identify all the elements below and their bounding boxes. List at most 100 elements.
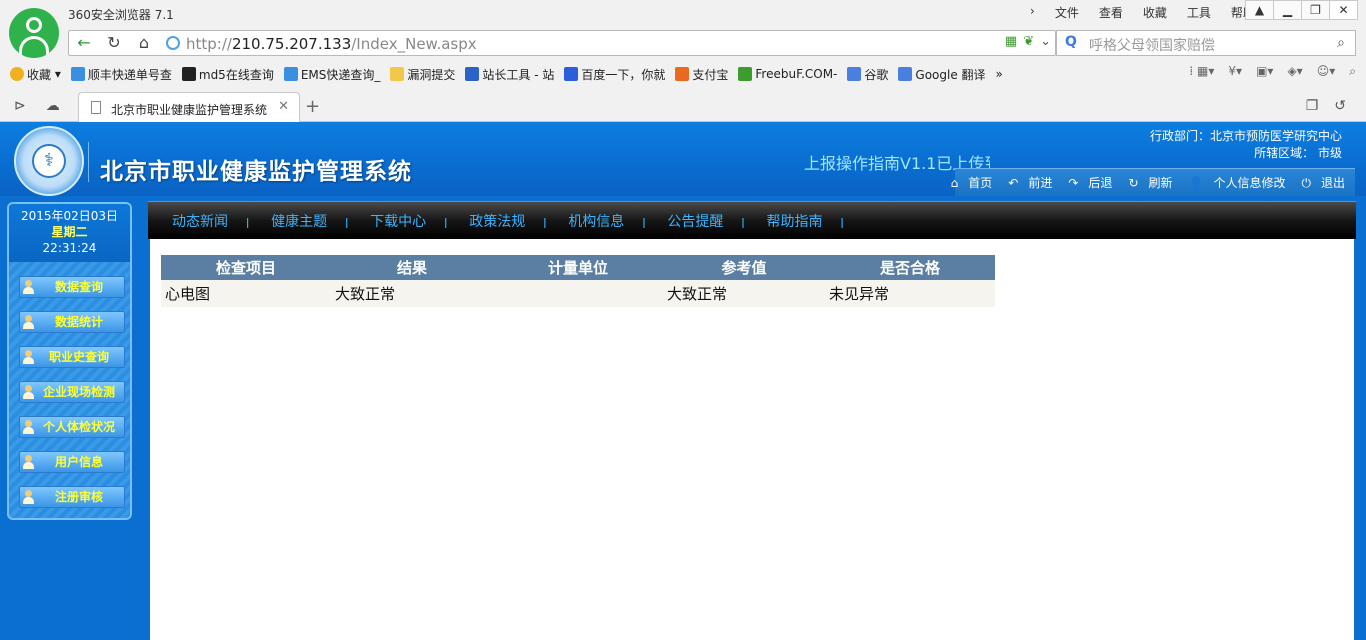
search-input[interactable]: 呼格父母领国家赔偿 <box>1089 35 1215 55</box>
grid-apps-icon[interactable]: ⁞ ▦▾ <box>1189 64 1214 79</box>
search-engine-icon[interactable]: Q <box>1065 34 1077 50</box>
bookmark-item[interactable]: 支付宝 <box>675 64 728 84</box>
document-icon <box>91 101 101 114</box>
pdf-icon[interactable]: ▣▾ <box>1256 64 1273 79</box>
sidebar-item-registration-review[interactable]: 注册审核 <box>19 486 125 508</box>
leaf-icon[interactable]: ❦ <box>1023 34 1034 49</box>
nav-announcements[interactable]: 公告提醒 <box>667 211 723 231</box>
nav-separator: ǀ <box>246 216 250 229</box>
refresh-link[interactable]: ↻ 刷新 <box>1120 174 1172 191</box>
bookmark-item[interactable]: EMS快递查询_ <box>283 64 380 84</box>
bookmark-favicon <box>181 67 196 81</box>
logout-link[interactable]: ⏻ 退出 <box>1293 174 1345 191</box>
more-bookmarks-icon[interactable]: » <box>996 64 1003 84</box>
bookmark-item[interactable]: md5在线查询 <box>181 64 274 84</box>
menu-file[interactable]: 文件 <box>1045 4 1089 21</box>
extension-toolbar: ⁞ ▦▾ ¥▾ ▣▾ ◈▾ ☺▾ ⌕ <box>1189 64 1356 79</box>
person-icon <box>23 315 34 329</box>
header-links: ⌂ 首页 ↶ 前进 ↷ 后退 ↻ 刷新 👤 个人信息修改 ⏻ 退出 <box>951 168 1355 196</box>
sidebar-item-occupation-history[interactable]: 职业史查询 <box>19 346 125 368</box>
nav-health-topics[interactable]: 健康主题 <box>271 211 327 231</box>
refresh-icon: ↻ <box>1128 176 1139 190</box>
address-bar[interactable]: ← ↻ ⌂ http://210.75.207.133/Index_New.as… <box>68 30 1056 56</box>
nav-news[interactable]: 动态新闻 <box>172 211 228 231</box>
bookmark-favicon <box>70 67 85 81</box>
chevron-right-icon[interactable]: › <box>1020 4 1045 21</box>
close-tab-icon[interactable]: ✕ <box>278 99 289 114</box>
paw-icon <box>564 67 579 81</box>
back-link[interactable]: ↷ 后退 <box>1060 174 1112 191</box>
current-weekday: 星期二 <box>51 225 88 239</box>
bookmark-favorites[interactable]: 收藏 ▾ <box>10 64 61 84</box>
chevron-down-icon[interactable]: ⌄ <box>1040 34 1051 49</box>
shirt-skin-icon[interactable]: ▲ <box>1245 0 1274 20</box>
current-date: 2015年02日03日 <box>20 209 119 223</box>
close-window-button[interactable]: ✕ <box>1329 0 1358 20</box>
maximize-button[interactable]: ❐ <box>1301 0 1330 20</box>
cloud-icon[interactable]: ☁ <box>46 98 60 114</box>
menu-favorites[interactable]: 收藏 <box>1133 4 1177 21</box>
person-icon <box>23 350 34 364</box>
back-icon: ↷ <box>1068 176 1079 190</box>
window-controls: ▲ ▁ ❐ ✕ <box>1245 0 1358 20</box>
tab-title: 北京市职业健康监护管理系统 <box>111 103 268 117</box>
bookmark-item[interactable]: 站长工具 - 站 <box>465 64 554 84</box>
cell-reference: 大致正常 <box>663 280 825 307</box>
back-arrow-icon[interactable]: ← <box>71 31 97 55</box>
sidebar-item-site-inspection[interactable]: 企业现场检测 <box>19 381 125 403</box>
nav-institutions[interactable]: 机构信息 <box>568 211 624 231</box>
home-link[interactable]: ⌂ 首页 <box>943 174 993 191</box>
bookmark-item[interactable]: 谷歌 <box>847 64 888 84</box>
money-icon[interactable]: ¥▾ <box>1228 64 1242 79</box>
bookmark-item[interactable]: 百度一下，你就 <box>564 64 665 84</box>
nav-separator: ǀ <box>741 216 745 229</box>
forward-link[interactable]: ↶ 前进 <box>1000 174 1052 191</box>
bookmark-item[interactable]: FreebuF.COM- <box>738 64 837 84</box>
undo-close-icon[interactable]: ↺ <box>1334 98 1346 114</box>
department-info: 行政部门：北京市预防医学研究中心 所辖区域： 市级 <box>1150 128 1342 162</box>
sidebar-item-user-info[interactable]: 用户信息 <box>19 451 125 473</box>
home-icon: ⌂ <box>950 176 959 190</box>
bookmarks-bar: 收藏 ▾ 顺丰快递单号查 md5在线查询 EMS快递查询_ 漏洞提交 站长工具 … <box>10 64 1013 84</box>
person-icon <box>23 455 34 469</box>
cell-exam-item: 心电图 <box>161 280 331 307</box>
search-icon[interactable]: ⌕ <box>1337 35 1345 51</box>
tab-strip: ⊳ ☁ 北京市职业健康监护管理系统 ✕ + ❐ ↺ <box>0 92 1366 123</box>
profile-edit-link[interactable]: 👤 个人信息修改 <box>1181 174 1286 191</box>
mask-icon[interactable]: ☺▾ <box>1317 64 1336 79</box>
nav-separator: ǀ <box>642 216 646 229</box>
medical-emblem-icon: ⚕ <box>32 144 66 178</box>
bookmark-item[interactable]: 顺丰快递单号查 <box>70 64 172 84</box>
reload-icon[interactable]: ↻ <box>101 31 127 55</box>
menu-view[interactable]: 查看 <box>1089 4 1133 21</box>
game-icon[interactable]: ◈▾ <box>1287 64 1302 79</box>
bookmark-item[interactable]: 漏洞提交 <box>390 64 455 84</box>
address-tools: ▦ ❦ ⌄ <box>1005 34 1051 49</box>
logo-divider <box>88 142 89 182</box>
home-icon[interactable]: ⌂ <box>131 31 157 55</box>
minimize-button[interactable]: ▁ <box>1273 0 1302 20</box>
sidebar-toggle-icon[interactable]: ⊳ <box>14 98 26 114</box>
restore-tabs-icon[interactable]: ❐ <box>1306 98 1319 114</box>
tab-active[interactable]: 北京市职业健康监护管理系统 ✕ <box>78 92 300 123</box>
bookmark-favicon <box>283 67 298 81</box>
nav-policies[interactable]: 政策法规 <box>469 211 525 231</box>
date-time-box: 2015年02日03日 星期二 22:31:24 <box>9 204 130 262</box>
new-tab-icon[interactable]: + <box>305 96 320 117</box>
nav-downloads[interactable]: 下载中心 <box>370 211 426 231</box>
sidebar-menu: 数据查询 数据统计 职业史查询 企业现场检测 个人体检状况 用户信息 注册审核 <box>19 276 125 518</box>
menu-tools[interactable]: 工具 <box>1177 4 1221 21</box>
sidebar-item-data-query[interactable]: 数据查询 <box>19 276 125 298</box>
sidebar-item-personal-checkup[interactable]: 个人体检状况 <box>19 416 125 438</box>
search-box[interactable]: Q 呼格父母领国家赔偿 ⌕ <box>1056 30 1356 56</box>
url-text[interactable]: http://210.75.207.133/Index_New.aspx <box>186 35 477 53</box>
sidebar-item-data-stats[interactable]: 数据统计 <box>19 311 125 333</box>
department-line: 行政部门：北京市预防医学研究中心 <box>1149 129 1342 143</box>
nav-help[interactable]: 帮助指南 <box>766 211 822 231</box>
site-header: ⚕ 北京市职业健康监护管理系统 行政部门：北京市预防医学研究中心 所辖区域： 市… <box>0 122 1366 196</box>
bookmark-item[interactable]: Google 翻译 <box>898 64 986 84</box>
zoom-icon[interactable]: ⌕ <box>1349 64 1356 79</box>
user-avatar-icon[interactable] <box>9 8 59 58</box>
qr-code-icon[interactable]: ▦ <box>1005 34 1017 49</box>
col-result: 结果 <box>331 255 493 280</box>
